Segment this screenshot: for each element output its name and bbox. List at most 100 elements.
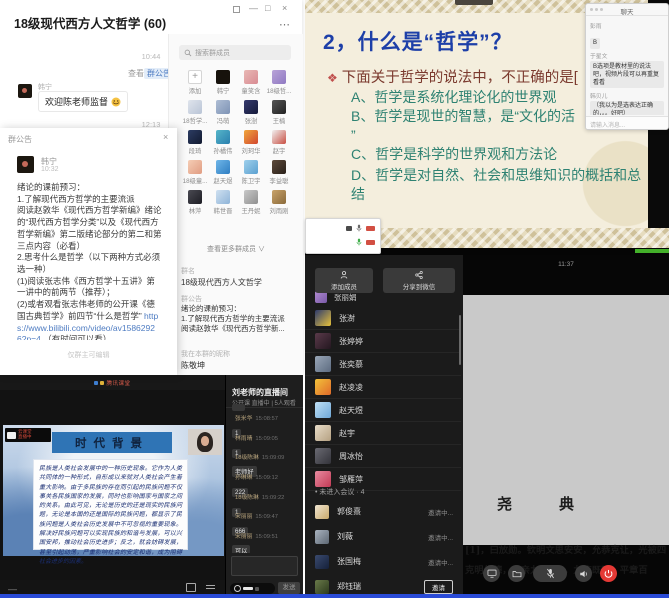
mic-icon [234,585,241,592]
close-icon[interactable]: × [282,3,287,13]
avatar[interactable] [216,100,230,114]
avatar[interactable] [244,190,258,204]
send-button[interactable]: 发送 [278,582,300,594]
member-cell[interactable]: 童笑含 [237,70,265,95]
lecture-slide-video[interactable]: 云课堂直播中 时代背景 民族是人类社会发展中的一种历史现象。它作为人类共同体的一… [3,425,224,556]
member-cell[interactable]: 赵天煜 [209,160,237,185]
avatar[interactable] [216,130,230,144]
member-row[interactable]: 赵凌凌 [305,376,461,399]
avatar[interactable] [18,84,32,98]
avatar[interactable] [216,160,230,174]
member-cell[interactable]: 18哲学... [181,100,209,125]
speaker-button[interactable] [575,565,592,582]
mic-control-pill[interactable] [230,583,275,594]
avatar[interactable] [188,160,202,174]
member-label: 刘珂华 [238,146,264,155]
group-info-drawer: 搜索群成员 +添加 韩宁 童笑含 18级哲... 18哲学... 冯萌 张澍 王… [168,34,303,375]
member-row[interactable]: 张奕慕 [305,353,461,376]
voice-status-popup [305,218,381,254]
group-announcement-label: 群公告 [181,294,202,304]
chat-input[interactable]: 请输入消息... [586,116,668,129]
member-cell[interactable]: 冯萌 [209,100,237,125]
collapsed-toolbar-tab[interactable] [455,0,493,5]
member-label: 李益聪 [266,176,292,185]
scrollbar[interactable] [459,315,461,365]
member-cell[interactable]: 孙橘伟 [209,130,237,155]
member-row[interactable]: 张澍 [305,307,461,330]
chat-panel-header[interactable]: 聊天 [586,4,668,16]
member-cell[interactable]: 18级童... [181,160,209,185]
member-cell[interactable]: 韩宁 [209,70,237,95]
group-announcement-preview[interactable]: 绪论的课前预习： 1.了解现代西方哲学的主要流派 阅读赵敦华《现代西方哲学新..… [181,304,297,334]
member-cell[interactable]: 韩世晋 [209,190,237,215]
progress-green-line [635,249,669,253]
platform-logo: 腾讯课堂 [0,379,225,387]
close-icon[interactable]: × [163,132,168,142]
add-member-cell[interactable]: +添加 [181,70,209,95]
member-cell[interactable]: 张澍 [237,100,265,125]
chat-panel-title: 聊天 [586,6,668,16]
member-row[interactable]: 赵宇 [305,422,461,445]
avatar[interactable] [272,190,286,204]
view-more-members-link[interactable]: 查看更多群成员 ∨ [169,244,303,254]
mic-muted-button[interactable] [533,565,567,582]
my-nickname-value[interactable]: 陈敬坤 [181,360,297,371]
avatar[interactable] [216,70,230,84]
chat-sender: 彭雨 [590,21,664,30]
search-member-input[interactable]: 搜索群成员 [179,45,291,60]
member-cell[interactable]: 李益聪 [265,160,293,185]
avatar[interactable] [244,100,258,114]
member-name: 郭俊熹 [337,506,361,517]
member-cell[interactable]: 赵宇 [265,130,293,155]
member-cell[interactable]: 18级哲... [265,70,293,95]
collapse-dash-icon[interactable]: — [8,584,17,594]
avatar[interactable] [188,190,202,204]
screen-share-button[interactable] [483,565,500,582]
pending-section-header: • 未进入会议 · 4 [315,487,365,497]
member-row[interactable]: 张婷婷 [305,330,461,353]
invite-status: 邀请中... [428,507,453,517]
member-cell[interactable]: 刘雨刚 [265,190,293,215]
add-member-button[interactable]: 添加成员 [315,268,373,293]
folder-button[interactable] [508,565,525,582]
live-chat-input[interactable] [231,556,298,576]
more-menu-icon[interactable]: ⋯ [279,18,291,31]
member-cell[interactable]: 王楠 [265,100,293,125]
meeting-member-list: 张澍 张婷婷 张奕慕 赵凌凌 赵天煜 赵宇 周冰怡 邹雁萍 [305,307,461,491]
mute-badge[interactable] [366,240,375,245]
member-cell[interactable]: 刘珂华 [237,130,265,155]
member-cell[interactable]: 段琦 [181,130,209,155]
avatar[interactable] [272,70,286,84]
avatar[interactable] [188,100,202,114]
pin-icon[interactable] [233,6,240,13]
gift-box-icon[interactable] [186,583,196,592]
avatar[interactable] [272,130,286,144]
add-icon[interactable]: + [188,70,202,84]
maximize-icon[interactable]: □ [265,3,270,13]
member-cell[interactable]: 陈卫宇 [237,160,265,185]
member-cell[interactable]: 林萍 [181,190,209,215]
diamond-bullet-icon: ❖ [327,71,338,85]
option-c: C、哲学是科学的世界观和方法论 [351,145,651,164]
member-label: 陈卫宇 [238,176,264,185]
group-name-value[interactable]: 18级现代西方人文哲学 [181,277,297,288]
share-to-wechat-button[interactable]: 分享到微信 [383,268,455,293]
invite-button[interactable]: 邀请 [424,580,453,594]
avatar[interactable] [244,70,258,84]
viewer-name: 孙琳琳 [235,475,252,481]
avatar[interactable] [244,160,258,174]
announcement-header: 群公告 [8,134,32,145]
playlist-icon[interactable] [206,583,215,590]
avatar[interactable] [216,190,230,204]
avatar[interactable] [272,160,286,174]
member-row[interactable]: 赵天煜 [305,399,461,422]
avatar[interactable] [272,100,286,114]
member-row[interactable]: 周冰怡 [305,445,461,468]
end-call-button[interactable] [600,565,617,582]
minimize-icon[interactable]: — [249,3,258,13]
member-cell[interactable]: 王丹妮 [237,190,265,215]
member-name: 张婷婷 [339,336,363,347]
avatar[interactable] [188,130,202,144]
avatar[interactable] [244,130,258,144]
mute-badge[interactable] [366,226,375,231]
